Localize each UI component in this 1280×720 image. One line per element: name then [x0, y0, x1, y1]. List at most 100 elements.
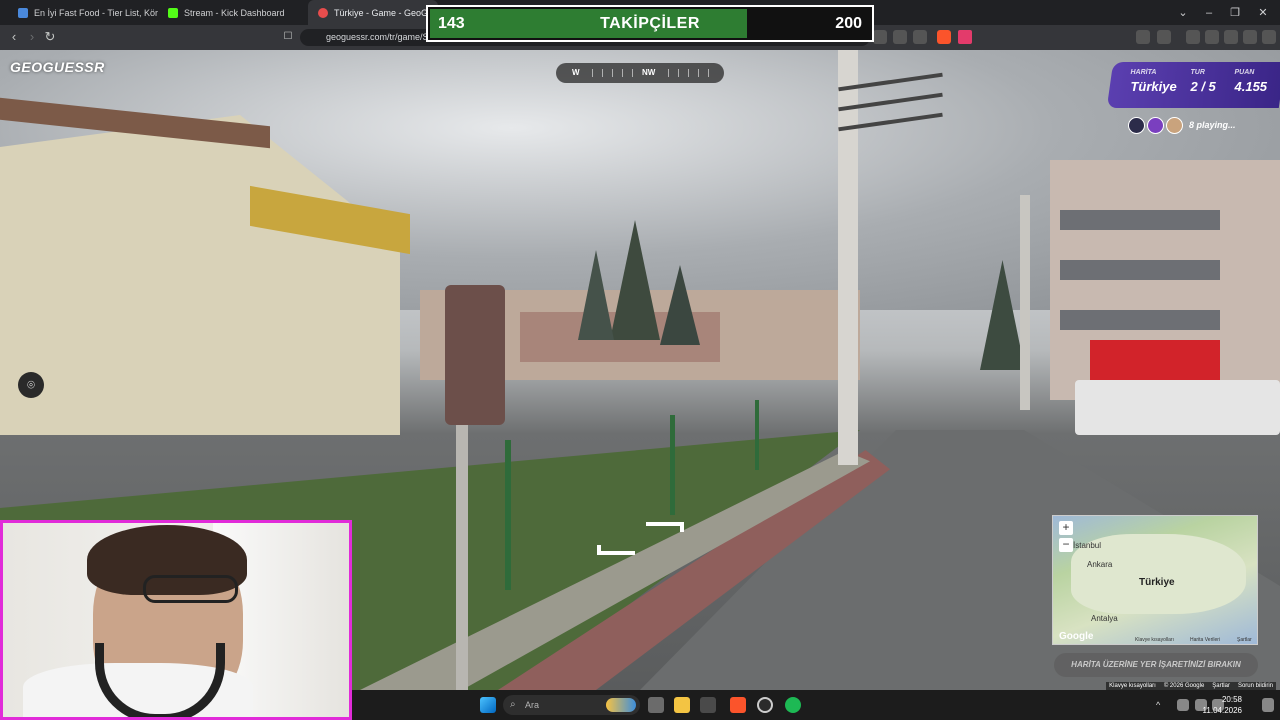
extension-icon[interactable]	[873, 30, 887, 44]
followers-goal: 200	[835, 14, 862, 32]
status-score: PUAN 4.155	[1234, 69, 1267, 94]
map-data[interactable]: Harita Verileri	[1190, 637, 1220, 643]
cast-icon[interactable]	[893, 30, 907, 44]
guess-button[interactable]: HARİTA ÜZERİNE YER İŞARETİNİZİ BIRAKIN	[1054, 653, 1258, 677]
red-shopfront	[1090, 340, 1220, 385]
back-icon[interactable]: ‹	[6, 29, 22, 45]
zoom-in-icon[interactable]: +	[1059, 521, 1073, 535]
tray-chevron-icon[interactable]: ^	[1156, 700, 1166, 710]
map-terms[interactable]: Şartlar	[1237, 637, 1252, 643]
utility-pole	[1020, 195, 1030, 410]
tab-fast-food[interactable]: En İyi Fast Food - Tier List, Kör Sırala…	[8, 0, 158, 25]
compass-tick	[632, 69, 633, 77]
white-truck	[1075, 380, 1280, 435]
taskbar-search[interactable]: ⌕ Ara	[503, 695, 640, 715]
return-to-start-icon[interactable]: ⌾	[18, 372, 44, 398]
task-view-icon[interactable]	[648, 697, 664, 713]
players-online[interactable]: 8 playing...	[1128, 116, 1236, 134]
compass-current: NW	[642, 68, 656, 77]
geoguessr-logo[interactable]: GEOGUESSR	[10, 59, 105, 75]
tab-kick-dashboard[interactable]: Stream - Kick Dashboard	[158, 0, 308, 25]
move-arrow-icon[interactable]	[597, 545, 635, 555]
street-view-footer: Klavye kısayolları © 2026 Google Şartlar…	[1106, 682, 1276, 690]
obs-icon[interactable]	[757, 697, 773, 713]
map-label-turkiye: Türkiye	[1139, 577, 1175, 588]
compass-tick	[698, 69, 699, 77]
forward-icon[interactable]: ›	[24, 29, 40, 45]
fence-post	[670, 415, 675, 515]
map-label-istanbul: İstanbul	[1073, 541, 1102, 550]
compass-west: W	[572, 68, 580, 77]
compass-tick	[688, 69, 689, 77]
avatar	[1128, 116, 1145, 134]
status-round: TUR 2 / 5	[1190, 69, 1215, 94]
followers-goal-bar: 143 TAKİPÇİLER 200	[426, 5, 874, 42]
tab-label: Türkiye - Game - GeoGuessr	[334, 7, 438, 18]
map-value: Türkiye	[1130, 79, 1177, 94]
maximize-icon[interactable]: ❐	[1222, 0, 1248, 25]
tab-label: Stream - Kick Dashboard	[184, 7, 285, 18]
move-arrow-icon[interactable]	[646, 522, 684, 532]
screenshot-icon[interactable]	[1157, 30, 1171, 44]
sidebar-icon[interactable]	[1186, 30, 1200, 44]
avatar	[1166, 116, 1183, 134]
share-icon[interactable]	[913, 30, 927, 44]
file-explorer-icon[interactable]	[674, 697, 690, 713]
compass-tick	[708, 69, 709, 77]
terms-link[interactable]: Şartlar	[1212, 683, 1230, 689]
map-label: HARİTA	[1130, 69, 1157, 76]
tab-geoguessr[interactable]: Türkiye - Game - GeoGuessr	[308, 0, 438, 25]
round-label: TUR	[1190, 69, 1205, 76]
clock-time: 20:58	[1221, 695, 1242, 704]
clock[interactable]: 20:58 11.04.2026	[1203, 694, 1242, 716]
vpn-icon[interactable]	[1243, 30, 1257, 44]
webcam-overlay	[0, 520, 352, 720]
tab-search-icon[interactable]: ⌄	[1170, 0, 1196, 25]
compass: W NW	[556, 63, 724, 83]
minimize-icon[interactable]: –	[1196, 0, 1222, 25]
fence-post	[505, 440, 511, 590]
network-icon[interactable]	[1177, 699, 1189, 711]
sign-back	[445, 285, 505, 425]
store-icon[interactable]	[700, 697, 716, 713]
notifications-icon[interactable]	[1262, 698, 1274, 712]
compass-tick	[668, 69, 669, 77]
utility-pole	[838, 50, 858, 465]
reload-icon[interactable]: ↻	[42, 29, 58, 45]
compass-tick	[622, 69, 623, 77]
map-label-antalya: Antalya	[1091, 614, 1118, 623]
logo-text: GEOGUESSR	[10, 59, 105, 75]
zoom-out-icon[interactable]: −	[1059, 538, 1073, 552]
windows-start-icon[interactable]	[480, 697, 496, 713]
menu-icon[interactable]	[1262, 30, 1276, 44]
close-window-icon[interactable]: ✕	[1250, 0, 1276, 25]
compass-tick	[602, 69, 603, 77]
geoguessr-favicon-icon	[318, 7, 328, 18]
copyright: © 2026 Google	[1163, 683, 1205, 689]
search-highlight-icon	[606, 698, 636, 712]
fence-post	[755, 400, 759, 470]
brave-shield-icon[interactable]	[937, 30, 951, 44]
leo-ai-icon[interactable]	[1224, 30, 1238, 44]
brave-rewards-icon[interactable]	[958, 30, 972, 44]
followers-title: TAKİPÇİLER	[600, 14, 700, 32]
tab-label: En İyi Fast Food - Tier List, Kör Sırala…	[34, 7, 158, 18]
spotify-icon[interactable]	[785, 697, 801, 713]
brave-icon[interactable]	[730, 697, 746, 713]
balcony	[1060, 260, 1220, 280]
map-shortcuts[interactable]: Klavye kısayolları	[1135, 637, 1174, 643]
guess-minimap[interactable]: İstanbul Ankara Türkiye Antalya Google K…	[1052, 515, 1258, 645]
wallet-icon[interactable]	[1205, 30, 1219, 44]
search-placeholder: Ara	[525, 700, 540, 710]
bookmark-icon[interactable]: ☐	[280, 29, 296, 45]
map-label-ankara: Ankara	[1087, 560, 1113, 569]
extensions-menu-icon[interactable]	[1136, 30, 1150, 44]
compass-tick	[612, 69, 613, 77]
game-status-panel: HARİTA Türkiye TUR 2 / 5 PUAN 4.155	[1106, 62, 1280, 108]
avatar	[1147, 116, 1164, 134]
keyboard-shortcuts-link[interactable]: Klavye kısayolları	[1109, 683, 1156, 689]
report-problem-link[interactable]: Sorun bildirin	[1238, 683, 1273, 689]
google-logo: Google	[1059, 631, 1094, 642]
balcony	[1060, 310, 1220, 330]
url-text: geoguessr.com/tr/game/S	[326, 32, 429, 42]
